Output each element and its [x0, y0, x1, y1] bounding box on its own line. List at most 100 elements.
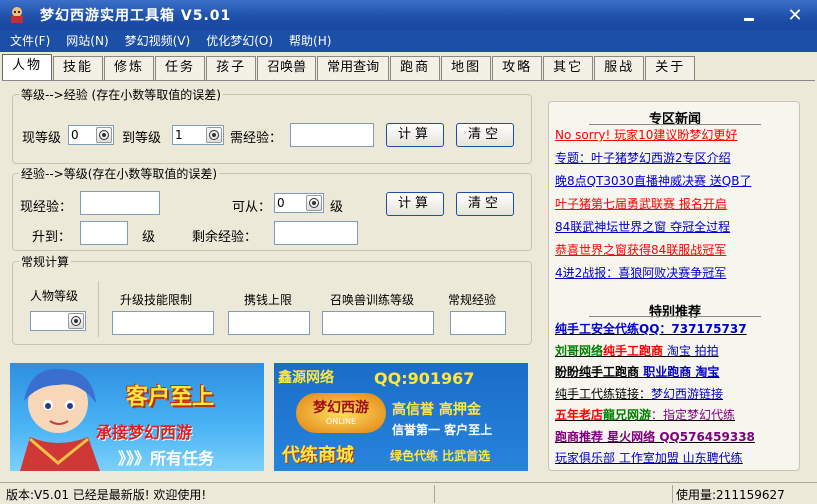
banner2-line2: 信誉第一 客户至上	[392, 423, 493, 437]
recommend-item-part: 龍兄网游	[603, 408, 652, 422]
tab-cultivation[interactable]: 修炼	[104, 56, 155, 80]
menu-file[interactable]: 文件(F)	[2, 30, 58, 52]
banner2-brand: 鑫源网络	[278, 370, 334, 386]
banner2-line3: 绿色代练 比武首选	[390, 449, 491, 463]
recommend-heading-underline	[589, 316, 761, 317]
banner1-tagline: 》》》所有任务	[118, 449, 215, 468]
tab-character[interactable]: 人物	[2, 54, 53, 80]
news-item[interactable]: 专题：叶子猪梦幻西游2专区介绍	[555, 149, 731, 166]
banner-customer-first[interactable]: 客户至上 承接梦幻西游 》》》所有任务	[10, 363, 264, 471]
minimize-icon	[744, 17, 754, 21]
news-item[interactable]: 恭喜世界之窗获得84联服战冠军	[555, 241, 726, 258]
recommend-item-part: 盼盼纯手工跑商	[555, 365, 644, 379]
status-divider	[434, 485, 435, 503]
pet-train-header: 召唤兽训练等级	[330, 293, 415, 307]
game-logo-subtext: ONLINE	[325, 417, 357, 426]
game-logo-text: 梦幻西游	[313, 400, 369, 416]
clear-exp-button[interactable]: 清空	[456, 123, 514, 147]
recommend-item[interactable]: 五年老店龍兄网游：指定梦幻代练	[555, 406, 735, 423]
banner1-subtitle: 承接梦幻西游	[96, 423, 193, 442]
spinner-icon	[72, 317, 80, 325]
pet-train-field[interactable]	[322, 311, 434, 335]
skill-limit-field[interactable]	[112, 311, 214, 335]
recommend-item[interactable]: 纯手工安全代练QQ：737175737	[555, 320, 747, 337]
close-button[interactable]: ✕	[773, 2, 817, 28]
banner2-qq: QQ:901967	[374, 369, 475, 388]
app-icon	[8, 6, 26, 24]
need-exp-label: 需经验：	[230, 131, 283, 146]
tab-trading[interactable]: 跑商	[390, 56, 441, 80]
reach-suffix: 级	[142, 230, 156, 245]
menu-help[interactable]: 帮助(H)	[281, 30, 339, 52]
tab-skills[interactable]: 技能	[53, 56, 104, 80]
recommend-item[interactable]: 盼盼纯手工跑商 职业跑商 淘宝	[555, 363, 719, 380]
recommend-item-part: 梦幻西游链接	[651, 386, 724, 401]
tab-children[interactable]: 孩子	[206, 56, 257, 80]
news-heading-underline	[589, 124, 761, 125]
tab-other[interactable]: 其它	[543, 56, 594, 80]
spinner-icon	[100, 131, 108, 139]
remain-exp-label: 剩余经验：	[192, 230, 258, 245]
reach-level-input[interactable]	[80, 221, 128, 245]
tab-content: 等级-->经验 (存在小数等取值的误差) 现等级 0 到等级 1 需经验： 计算…	[2, 80, 815, 480]
recommend-item[interactable]: 纯手工代练链接：梦幻西游链接	[555, 385, 723, 402]
recommend-item-part: 纯手工跑商	[603, 343, 664, 358]
tab-pets[interactable]: 召唤兽	[257, 56, 317, 80]
spinner-icon	[210, 131, 218, 139]
menu-bar: 文件(F) 网站(N) 梦幻视频(V) 优化梦幻(O) 帮助(H)	[0, 30, 817, 52]
tab-server-war[interactable]: 服战	[594, 56, 645, 80]
from-level-suffix: 级	[330, 200, 344, 215]
skill-limit-header: 升级技能限制	[120, 293, 193, 307]
news-item[interactable]: No sorry! 玩家10建议盼梦幻更好	[555, 126, 737, 143]
minimize-button[interactable]	[727, 2, 771, 28]
news-item[interactable]: 84联武神坛世界之窗 夺冠全过程	[555, 218, 730, 235]
current-level-spinner[interactable]	[96, 127, 112, 143]
recommend-item-part: 职业跑商 淘宝	[643, 365, 720, 379]
recommend-item-part: ：指定梦幻代练	[651, 408, 736, 422]
char-level-spinner[interactable]	[68, 313, 84, 329]
regular-exp-field[interactable]	[450, 311, 506, 335]
from-level-spinner[interactable]	[306, 195, 322, 211]
recommend-item[interactable]: 刘哥网络纯手工跑商 淘宝 拍拍	[555, 342, 719, 359]
tab-guides[interactable]: 攻略	[492, 56, 543, 80]
news-item[interactable]: 4进2战报：喜狼阿败决赛争冠军	[555, 264, 726, 281]
menu-video[interactable]: 梦幻视频(V)	[117, 30, 199, 52]
recommend-item-part: 纯手工代练链接：	[555, 386, 652, 401]
tab-quests[interactable]: 任务	[155, 56, 206, 80]
calc-exp-button[interactable]: 计算	[386, 123, 444, 147]
banner2-line1: 高信誉 高押金	[392, 402, 481, 418]
remain-exp-input[interactable]	[274, 221, 358, 245]
tab-about[interactable]: 关于	[645, 56, 696, 80]
recommend-item-part: 玩家俱乐部 工作室加盟 山东聘代练	[555, 451, 743, 465]
news-item[interactable]: 晚8点QT3030直播神威决赛 送QB了	[555, 172, 751, 189]
game-logo: 梦幻西游 ONLINE	[296, 393, 386, 433]
tab-map[interactable]: 地图	[441, 56, 492, 80]
clear-level-button[interactable]: 清空	[456, 192, 514, 216]
banner-xinyuan-network[interactable]: 鑫源网络 QQ:901967 梦幻西游 ONLINE 高信誉 高押金 信誉第一 …	[274, 363, 528, 471]
menu-website[interactable]: 网站(N)	[58, 30, 116, 52]
current-exp-input[interactable]	[80, 191, 160, 215]
to-level-label: 到等级	[122, 131, 162, 146]
need-exp-input[interactable]	[290, 123, 374, 147]
char-level-label: 人物等级	[30, 289, 79, 303]
recommend-item[interactable]: 玩家俱乐部 工作室加盟 山东聘代练	[555, 449, 743, 466]
tab-queries[interactable]: 常用查询	[317, 56, 390, 80]
to-level-spinner[interactable]	[206, 127, 222, 143]
title-bar[interactable]: 梦幻西游实用工具箱 V5.01 ✕	[0, 0, 817, 30]
money-limit-field[interactable]	[228, 311, 310, 335]
current-exp-label: 现经验：	[20, 200, 73, 215]
regular-calc-legend: 常规计算	[21, 255, 70, 269]
usage-count: 使用量:211159627	[676, 488, 785, 502]
reach-label: 升到：	[32, 230, 72, 245]
regular-calc-divider	[98, 281, 99, 337]
menu-optimize[interactable]: 优化梦幻(O)	[198, 30, 281, 52]
recommend-item-part: 跑商推荐 星火网络 QQ576459338	[555, 429, 755, 444]
calc-level-button[interactable]: 计算	[386, 192, 444, 216]
recommend-item[interactable]: 跑商推荐 星火网络 QQ576459338	[555, 428, 755, 445]
recommend-heading: 特别推荐	[648, 305, 701, 320]
banner2-store: 代练商城	[282, 445, 354, 466]
banner1-title: 客户至上	[126, 385, 215, 410]
news-item[interactable]: 叶子猪第七届勇武联赛 报名开启	[555, 195, 727, 212]
close-icon: ✕	[787, 4, 803, 26]
banner-character-art	[20, 368, 100, 471]
